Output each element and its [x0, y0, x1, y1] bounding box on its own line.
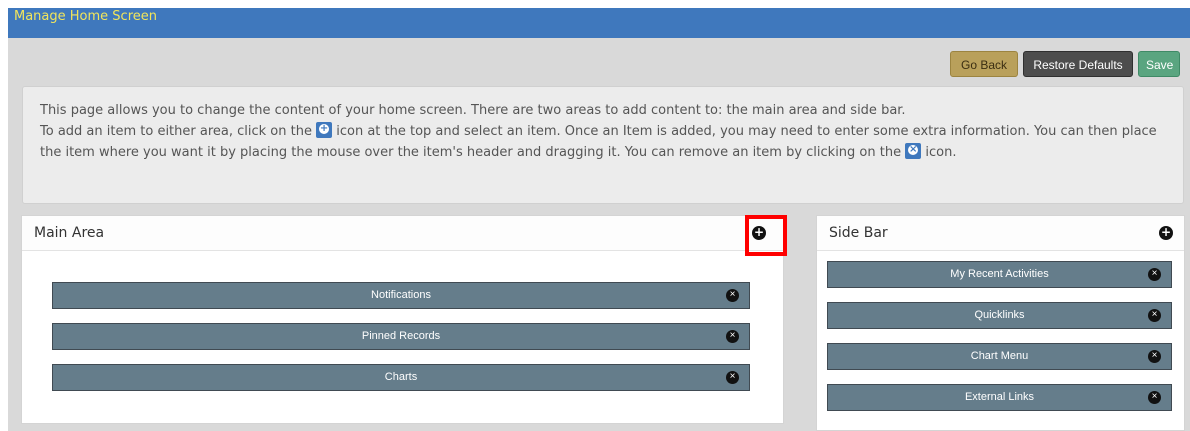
page-title: Manage Home Screen — [8, 8, 1190, 38]
info-text-a: To add an item to either area, click on … — [40, 124, 312, 139]
remove-external-links-icon[interactable]: × — [1148, 391, 1161, 404]
item-label: Quicklinks — [974, 309, 1025, 321]
remove-icon — [905, 143, 922, 159]
item-label: Pinned Records — [361, 330, 441, 342]
item-label: External Links — [964, 391, 1035, 403]
restore-defaults-button[interactable]: Restore Defaults — [1023, 51, 1133, 77]
remove-quicklinks-icon[interactable]: × — [1148, 309, 1161, 322]
side-item-quicklinks[interactable]: Quicklinks × — [827, 302, 1172, 329]
item-label: Chart Menu — [970, 350, 1029, 362]
add-icon — [316, 122, 333, 138]
side-bar-title: Side Bar — [829, 225, 888, 241]
main-item-notifications[interactable]: Notifications × — [52, 282, 750, 309]
main-area-header: Main Area + — [22, 216, 783, 251]
save-button[interactable]: Save — [1138, 51, 1180, 77]
main-area-title: Main Area — [34, 225, 105, 241]
item-label: Charts — [384, 371, 418, 383]
remove-my-recent-activities-icon[interactable]: × — [1148, 268, 1161, 281]
info-text-c: icon. — [925, 145, 957, 160]
side-item-my-recent-activities[interactable]: My Recent Activities × — [827, 261, 1172, 288]
info-line-2: To add an item to either area, click on … — [40, 121, 1166, 163]
item-label: My Recent Activities — [950, 268, 1049, 280]
info-line-1: This page allows you to change the conte… — [40, 103, 906, 118]
page-frame: Manage Home Screen Go Back Restore Defau… — [8, 8, 1190, 431]
main-item-charts[interactable]: Charts × — [52, 364, 750, 391]
side-bar-header: Side Bar + — [817, 216, 1184, 251]
side-bar-add-icon[interactable]: + — [1159, 226, 1173, 240]
main-area-panel: Main Area + Notifications × Pinned Recor… — [21, 215, 784, 424]
info-box: This page allows you to change the conte… — [22, 86, 1184, 204]
toolbar: Go Back Restore Defaults Save — [950, 51, 1180, 77]
side-bar-panel: Side Bar + My Recent Activities × Quickl… — [816, 215, 1185, 431]
item-label: Notifications — [371, 289, 431, 301]
main-item-pinned-records[interactable]: Pinned Records × — [52, 323, 750, 350]
remove-chart-menu-icon[interactable]: × — [1148, 350, 1161, 363]
side-item-chart-menu[interactable]: Chart Menu × — [827, 343, 1172, 370]
remove-pinned-records-icon[interactable]: × — [726, 330, 739, 343]
main-area-add-icon[interactable]: + — [752, 226, 766, 240]
side-item-external-links[interactable]: External Links × — [827, 384, 1172, 411]
remove-notifications-icon[interactable]: × — [726, 289, 739, 302]
go-back-button[interactable]: Go Back — [950, 51, 1018, 77]
remove-charts-icon[interactable]: × — [726, 371, 739, 384]
